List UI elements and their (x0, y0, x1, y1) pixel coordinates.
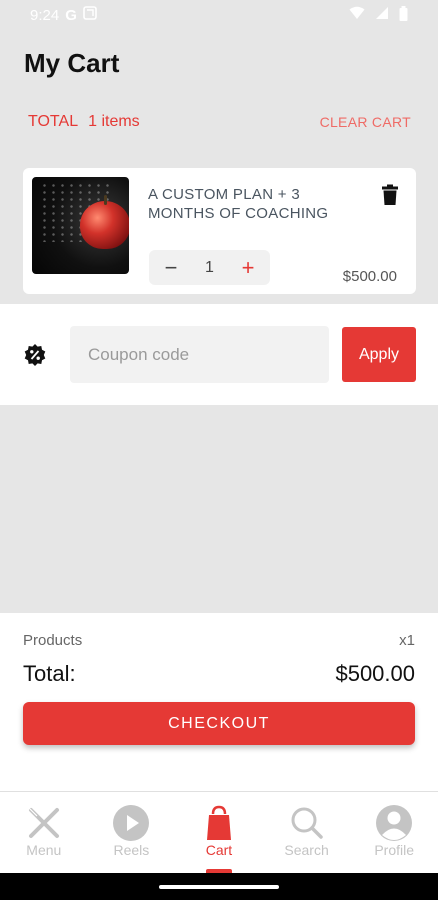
search-icon (288, 804, 326, 842)
product-title: A CUSTOM PLAN + 3 MONTHS OF COACHING (148, 186, 329, 222)
apply-coupon-button[interactable]: Apply (342, 327, 416, 382)
checkout-button[interactable]: CHECKOUT (23, 702, 415, 745)
cart-totals-row: TOTAL 1 items CLEAR CART (28, 113, 411, 131)
nav-label-cart: Cart (205, 842, 233, 858)
quantity-value: 1 (205, 258, 214, 276)
products-label: Products (23, 632, 83, 649)
play-icon (112, 804, 150, 842)
battery-icon (399, 5, 408, 25)
nav-label-profile: Profile (374, 842, 415, 858)
item-price: $500.00 (342, 268, 397, 285)
nav-label-search: Search (284, 842, 329, 858)
status-left: 9:24 G (30, 6, 97, 24)
home-gesture-handle[interactable] (159, 885, 279, 889)
cart-item-card: A CUSTOM PLAN + 3 MONTHS OF COACHING − 1… (23, 168, 416, 294)
delete-item-icon[interactable] (381, 184, 399, 206)
increase-quantity-button[interactable]: + (236, 255, 260, 280)
decrease-quantity-button[interactable]: − (159, 255, 183, 280)
shopping-bag-icon (200, 804, 238, 842)
google-icon: G (65, 6, 77, 24)
signal-icon (375, 6, 389, 24)
page-title: My Cart (24, 48, 120, 78)
coupon-code-input[interactable] (70, 326, 329, 383)
product-image (32, 177, 129, 274)
nav-item-profile[interactable]: Profile (350, 792, 438, 873)
total-label: TOTAL (28, 113, 79, 130)
products-count: x1 (399, 632, 415, 649)
coupon-section: Apply (0, 304, 438, 405)
nav-item-search[interactable]: Search (263, 792, 351, 873)
screenshot-icon (83, 6, 97, 24)
wifi-icon (349, 6, 365, 24)
utensils-icon (25, 804, 63, 842)
clear-cart-button[interactable]: CLEAR CART (320, 114, 411, 130)
status-bar: 9:24 G (0, 0, 438, 30)
status-right (349, 5, 408, 25)
system-navigation-bar (0, 873, 438, 900)
profile-icon (375, 804, 413, 842)
total-label-summary: Total: (23, 661, 76, 686)
order-summary: Products x1 Total: $500.00 CHECKOUT (0, 613, 438, 791)
nav-item-reels[interactable]: Reels (88, 792, 176, 873)
total-line: Total: $500.00 (23, 661, 415, 687)
nav-item-menu[interactable]: Menu (0, 792, 88, 873)
quantity-stepper: − 1 + (149, 250, 270, 285)
apple-graphic (80, 201, 129, 249)
apple-stem (104, 195, 107, 205)
bottom-navigation: Menu Reels Cart Search Profile (0, 791, 438, 873)
total-summary: TOTAL 1 items (28, 113, 140, 131)
nav-label-reels: Reels (113, 842, 150, 858)
products-row: Products x1 (23, 632, 415, 649)
nav-item-cart[interactable]: Cart (175, 792, 263, 873)
status-time: 9:24 (30, 6, 60, 24)
discount-badge-icon (24, 344, 46, 366)
total-value: $500.00 (335, 661, 415, 686)
nav-label-menu: Menu (26, 842, 62, 858)
items-count: 1 items (88, 113, 140, 130)
